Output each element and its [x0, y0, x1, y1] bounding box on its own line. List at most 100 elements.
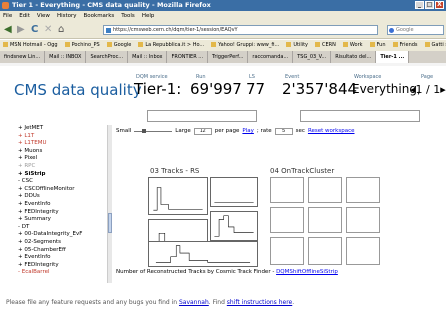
ls-value: 77	[246, 80, 266, 98]
play-link[interactable]: Play	[242, 128, 253, 134]
run-value[interactable]: 69'997	[190, 80, 242, 98]
tab[interactable]: TriggerPerf...	[208, 51, 249, 63]
rate-input[interactable]	[274, 127, 293, 135]
tab[interactable]: Mail :: INBOX	[45, 51, 87, 63]
menu-view[interactable]: View	[37, 11, 50, 21]
folder-item[interactable]: + 02-Segments	[18, 239, 106, 247]
tracks-histogram-3[interactable]	[210, 177, 258, 207]
cluster-plot[interactable]	[308, 237, 342, 265]
bookmark-item[interactable]: La Repubblica.it > Ho...	[138, 40, 204, 51]
tab[interactable]: findsnew Lin...	[0, 51, 46, 63]
folder-item[interactable]: + 05-ChamberEff	[18, 247, 106, 255]
folder-item[interactable]: + EventInfo	[18, 201, 106, 209]
window-title: Tier 1 - Everything - CMS data quality -…	[12, 1, 211, 9]
cluster-plot[interactable]	[270, 207, 304, 233]
url-bar[interactable]: https://cmsweb.cern.ch/dqm/tier-1/sessio…	[103, 25, 378, 35]
per-page-input[interactable]	[193, 127, 212, 135]
size-slider[interactable]	[134, 128, 173, 133]
menu-bar: File Edit View History Bookmarks Tools H…	[0, 11, 446, 21]
savannah-link[interactable]: Savannah	[179, 299, 209, 306]
menu-edit[interactable]: Edit	[19, 11, 30, 21]
cluster-plot[interactable]	[346, 177, 380, 203]
close-button[interactable]: X	[435, 1, 444, 9]
caption-link[interactable]: DQMShiftOfflineSiStrip	[276, 269, 338, 275]
cluster-plot[interactable]	[346, 207, 380, 233]
home-button[interactable]: ⌂	[58, 23, 64, 37]
sec-label: sec	[295, 128, 305, 134]
cluster-plot[interactable]	[346, 237, 380, 265]
folder-item[interactable]: + RPC	[18, 163, 106, 171]
tab[interactable]: raccomanda...	[248, 51, 294, 63]
search-input[interactable]: Google	[387, 25, 444, 35]
bookmark-item[interactable]: Work	[343, 40, 363, 51]
rate-label: ; rate	[256, 128, 272, 134]
stop-button[interactable]: ✕	[44, 23, 52, 37]
bookmark-item[interactable]: Pochino_PS	[65, 40, 100, 51]
plot-caption: Number of Reconstructed Tracks by Cosmic…	[116, 269, 338, 275]
tab[interactable]: FRONTIER ...	[167, 51, 209, 63]
folder-item[interactable]: + Muons	[18, 148, 106, 156]
folder-item[interactable]: + CSCOfflineMonitor	[18, 186, 106, 194]
cluster-plot[interactable]	[270, 237, 304, 265]
folder-item[interactable]: + Pixel	[18, 155, 106, 163]
folder-item[interactable]: + FEDIntegrity	[18, 262, 106, 270]
minimize-button[interactable]: _	[415, 1, 424, 9]
bookmark-item[interactable]: Friends	[393, 40, 418, 51]
tracks-histogram-5[interactable]	[148, 241, 258, 267]
bookmark-item[interactable]: Yahoo! Gruppi: www_fi...	[211, 40, 279, 51]
reset-workspace-link[interactable]: Reset workspace	[308, 128, 355, 134]
menu-tools[interactable]: Tools	[121, 11, 135, 21]
tracks-histogram-1[interactable]	[148, 177, 208, 215]
app-title: CMS data quality	[14, 81, 142, 99]
bookmark-item[interactable]: Fun	[370, 40, 386, 51]
reload-button[interactable]: C	[31, 23, 38, 37]
folder-item[interactable]: + EventInfo	[18, 254, 106, 262]
tab[interactable]: SearchProc...	[86, 51, 129, 63]
folder-item[interactable]: + L1TEMU	[18, 140, 106, 148]
bookmarks-toolbar: MSN Hotmail - Ogg Pochino_PS Google La R…	[0, 40, 446, 51]
maximize-button[interactable]: □	[425, 1, 434, 9]
plot-title-ontrackcluster: 04 OnTrackCluster	[270, 167, 335, 175]
plot-thumbnail-top-left[interactable]	[147, 110, 257, 122]
folder-tree: + JetMET + L1T + L1TEMU + Muons + Pixel + RPC…	[18, 125, 106, 283]
folder-item[interactable]: + DDUs	[18, 193, 106, 201]
bookmark-item[interactable]: CERN	[315, 40, 336, 51]
tab-strip: findsnew Lin... Mail :: INBOX SearchProc…	[0, 51, 446, 63]
page-value[interactable]: ◂1 / 1▸	[410, 83, 446, 96]
tracks-histogram-4[interactable]	[210, 211, 258, 241]
tab[interactable]: Mail :: Inbox	[128, 51, 168, 63]
folder-item[interactable]: + 00-DataIntegrity_EvF	[18, 231, 106, 239]
back-button[interactable]: ◀	[4, 23, 12, 37]
folder-item[interactable]: - DT	[18, 224, 106, 232]
folder-item[interactable]: + JetMET	[18, 125, 106, 133]
bookmark-item[interactable]: Utility	[286, 40, 308, 51]
display-controls: Small Large per page Play ; rate sec Res…	[116, 127, 446, 135]
menu-help[interactable]: Help	[142, 11, 155, 21]
bookmark-item[interactable]: Google	[107, 40, 132, 51]
folder-item[interactable]: + L1T	[18, 133, 106, 141]
folder-item[interactable]: + Summary	[18, 216, 106, 224]
cluster-plot[interactable]	[270, 177, 304, 203]
bookmark-item[interactable]: MSN Hotmail - Ogg	[3, 40, 58, 51]
folder-item[interactable]: + FEDIntegrity	[18, 209, 106, 217]
tab[interactable]: Risultato del...	[331, 51, 377, 63]
folder-item[interactable]: - EcalBarrel	[18, 269, 106, 277]
footer-post: .	[292, 299, 295, 306]
sidebar-scrollbar[interactable]	[107, 125, 112, 283]
forward-button[interactable]: ▶	[17, 23, 25, 37]
tab[interactable]: TSG_03_V...	[293, 51, 332, 63]
menu-history[interactable]: History	[57, 11, 77, 21]
cluster-plot[interactable]	[308, 177, 342, 203]
bookmark-item[interactable]: Gatti si naice - Forum	[425, 40, 446, 51]
shift-instructions-link[interactable]: shift instructions here	[227, 299, 292, 306]
cluster-plot[interactable]	[308, 207, 342, 233]
scrollbar-thumb[interactable]	[108, 213, 112, 233]
page-label: Page	[421, 74, 434, 80]
menu-file[interactable]: File	[3, 11, 12, 21]
plot-title-tracks: 03 Tracks - RS	[150, 167, 200, 175]
tab-active[interactable]: Tier-1 ...	[376, 51, 410, 63]
folder-item[interactable]: - CSC	[18, 178, 106, 186]
folder-item[interactable]: + SiStrip	[18, 171, 106, 179]
menu-bookmarks[interactable]: Bookmarks	[84, 11, 115, 21]
plot-thumbnail-top-right[interactable]	[300, 110, 420, 122]
